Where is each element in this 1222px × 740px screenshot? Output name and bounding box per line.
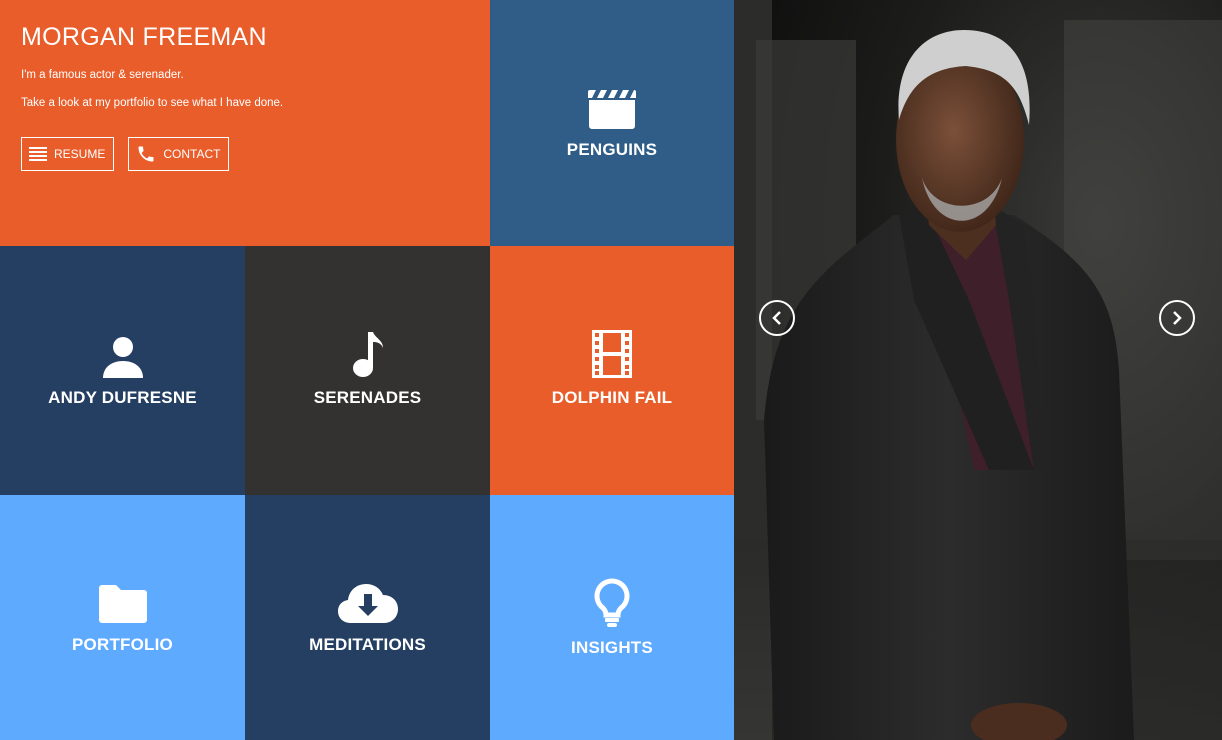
chevron-right-icon	[1173, 311, 1182, 325]
tile-andy-dufresne[interactable]: ANDY DUFRESNE	[0, 246, 245, 495]
lightbulb-icon	[594, 577, 630, 627]
film-strip-icon	[592, 329, 632, 378]
contact-button[interactable]: CONTACT	[128, 137, 230, 171]
profile-tagline: I'm a famous actor & serenader.	[21, 69, 184, 81]
carousel-next-button[interactable]	[1159, 300, 1195, 336]
photo-carousel	[734, 0, 1222, 740]
resume-label: RESUME	[54, 147, 106, 161]
tile-serenades-label: SERENADES	[313, 387, 422, 407]
resume-button[interactable]: RESUME	[21, 137, 115, 171]
tile-insights[interactable]: INSIGHTS	[490, 495, 734, 740]
tile-penguins[interactable]: PENGUINS	[490, 0, 734, 246]
chevron-left-icon	[772, 311, 781, 325]
film-clapper-icon	[588, 90, 636, 129]
page: MORGAN FREEMAN I'm a famous actor & sere…	[0, 0, 1222, 740]
tile-meditations[interactable]: MEDITATIONS	[245, 495, 490, 740]
tile-dolphin-label: DOLPHIN FAIL	[551, 387, 673, 407]
phone-icon	[138, 146, 154, 162]
tile-andy-label: ANDY DUFRESNE	[48, 387, 197, 407]
list-icon	[29, 147, 47, 161]
tile-portfolio[interactable]: PORTFOLIO	[0, 495, 245, 740]
profile-intro: Take a look at my portfolio to see what …	[21, 97, 284, 109]
folder-icon	[98, 584, 147, 623]
intro-buttons: RESUME CONTACT	[21, 137, 230, 171]
tile-penguins-label: PENGUINS	[566, 140, 658, 159]
contact-label: CONTACT	[163, 147, 221, 161]
intro-tile: MORGAN FREEMAN I'm a famous actor & sere…	[0, 0, 490, 246]
carousel-prev-button[interactable]	[759, 300, 795, 336]
tile-dolphin-fail[interactable]: DOLPHIN FAIL	[490, 246, 734, 495]
tile-portfolio-label: PORTFOLIO	[72, 634, 173, 654]
tile-serenades[interactable]: SERENADES	[245, 246, 490, 495]
music-note-icon	[352, 331, 383, 377]
profile-name: MORGAN FREEMAN	[21, 23, 267, 51]
cloud-download-icon	[337, 583, 398, 623]
portrait-photo	[734, 0, 1222, 740]
tile-meditations-label: MEDITATIONS	[309, 634, 426, 654]
person-icon	[102, 336, 143, 378]
tile-insights-label: INSIGHTS	[571, 637, 653, 657]
